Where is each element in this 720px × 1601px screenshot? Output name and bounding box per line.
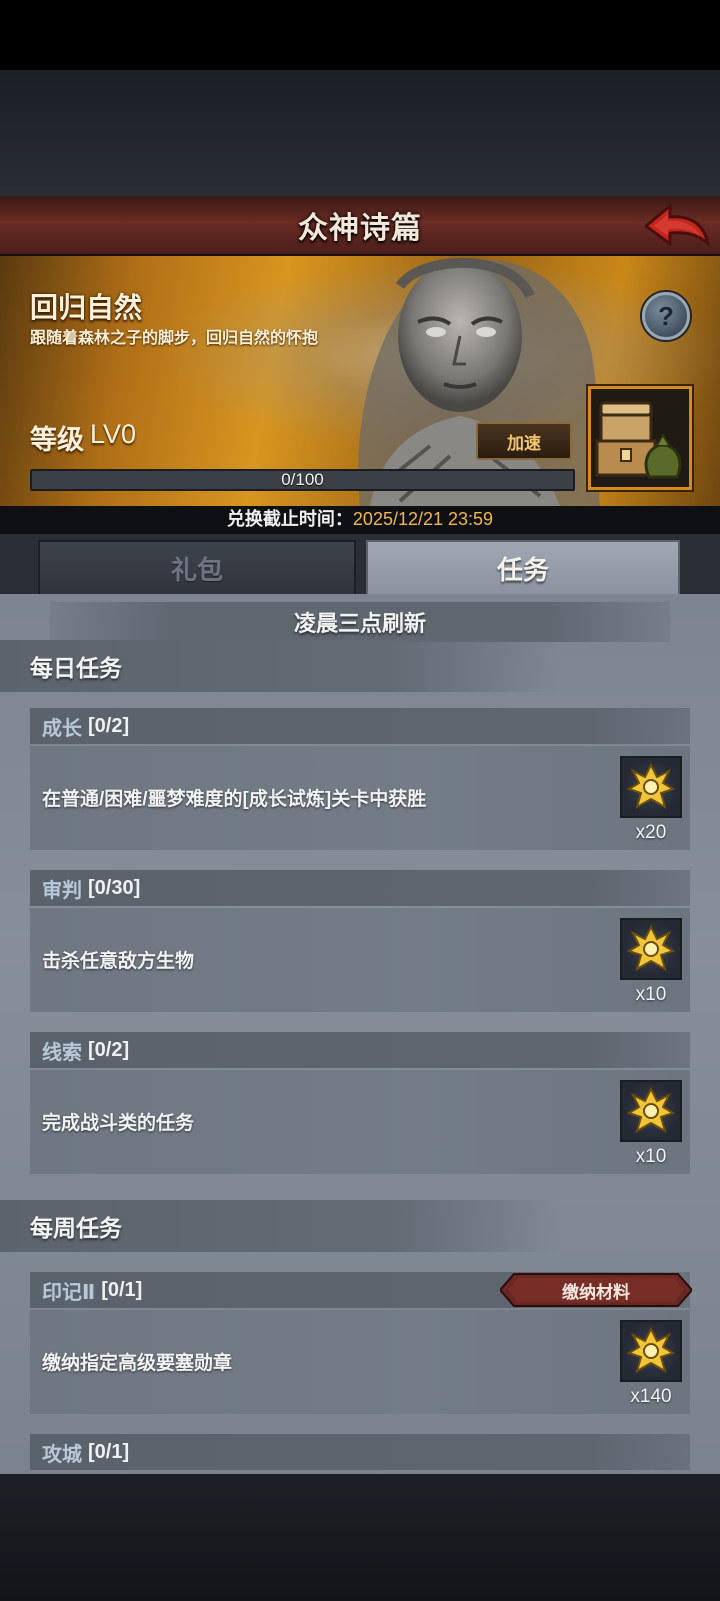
task-description: 在普通/困难/噩梦难度的[成长试炼]关卡中获胜 [42, 789, 427, 810]
reward-quantity: x10 [635, 984, 667, 1005]
weekly-tasks-header: 每周任务 [0, 1200, 560, 1252]
red-back-arrow-icon [644, 204, 710, 246]
gold-emblem-icon [626, 924, 676, 972]
daily-tasks-header: 每日任务 [0, 640, 560, 692]
page-title: 众神诗篇 [298, 212, 422, 245]
top-backdrop [0, 70, 720, 196]
reward-item[interactable] [620, 918, 682, 980]
task-head: 审判 [0/30] [30, 870, 690, 906]
treasure-chest-icon [595, 401, 682, 479]
status-bar-area [0, 0, 720, 70]
deadline-time: 2025/12/21 23:59 [352, 509, 494, 529]
task-progress: [0/1] [88, 1440, 130, 1463]
reward-quantity: x20 [635, 822, 667, 843]
task-body: 完成战斗类的任务 x10 [30, 1070, 690, 1174]
task-category: 审判 [42, 879, 82, 902]
question-mark-icon: ? [658, 300, 674, 331]
tab-gift[interactable]: 礼包 [38, 540, 356, 596]
task-progress: [0/1] [101, 1278, 143, 1301]
reward-item[interactable] [620, 1320, 682, 1382]
progress-text: 0/100 [281, 470, 324, 489]
task-panel[interactable]: 凌晨三点刷新 每日任务 成长 [0/2] 在普通/困难/噩梦难度的[成长试炼]关… [0, 594, 720, 1474]
task-body: 缴纳指定高级要塞勋章 x140 [30, 1310, 690, 1414]
task-category: 线索 [42, 1041, 82, 1064]
task-progress: [0/2] [88, 714, 130, 737]
task-head: 攻城 [0/1] [30, 1434, 690, 1470]
reward-item[interactable] [620, 756, 682, 818]
tab-task[interactable]: 任务 [366, 540, 680, 596]
level-progress-bar: 0/100 [30, 469, 575, 491]
level-label: 等级 [30, 425, 84, 455]
task-head: 线索 [0/2] [30, 1032, 690, 1068]
task-progress: [0/2] [88, 1038, 130, 1061]
task-category: 成长 [42, 717, 82, 740]
reward-item[interactable] [620, 1080, 682, 1142]
bottom-backdrop [0, 1474, 720, 1601]
task-category: 印记Ⅱ [42, 1281, 96, 1304]
task-description: 缴纳指定高级要塞勋章 [42, 1353, 233, 1374]
submit-materials-button[interactable]: 缴纳材料 [498, 1272, 694, 1308]
event-title: 回归自然 [30, 292, 143, 323]
task-category: 攻城 [42, 1443, 82, 1466]
reward-quantity: x140 [630, 1386, 672, 1407]
task-progress: [0/30] [88, 876, 141, 899]
event-subtitle: 跟随着森林之子的脚步，回归自然的怀抱 [30, 330, 319, 347]
help-button[interactable]: ? [642, 292, 690, 340]
task-body: 在普通/困难/噩梦难度的[成长试炼]关卡中获胜 x20 [30, 746, 690, 850]
back-button[interactable] [642, 200, 712, 252]
level-value: LV0 [90, 419, 137, 449]
submit-materials-label: 缴纳材料 [562, 1282, 630, 1302]
reward-quantity: x10 [635, 1146, 667, 1167]
task-head: 成长 [0/2] [30, 708, 690, 744]
deadline-label: 兑换截止时间： [226, 509, 353, 529]
gold-emblem-icon [626, 1326, 676, 1374]
gold-emblem-icon [626, 762, 676, 810]
exchange-deadline: 兑换截止时间：2025/12/21 23:59 [0, 505, 720, 531]
title-header: 众神诗篇 [0, 196, 720, 256]
refresh-note: 凌晨三点刷新 [50, 602, 670, 642]
task-description: 击杀任意敌方生物 [42, 951, 195, 972]
gold-emblem-icon [626, 1086, 676, 1134]
speed-up-label: 加速 [507, 433, 541, 453]
speed-up-button[interactable]: 加速 [476, 422, 572, 460]
task-body: 击杀任意敌方生物 x10 [30, 908, 690, 1012]
task-description: 完成战斗类的任务 [42, 1113, 195, 1134]
reward-chest-button[interactable] [588, 386, 692, 490]
